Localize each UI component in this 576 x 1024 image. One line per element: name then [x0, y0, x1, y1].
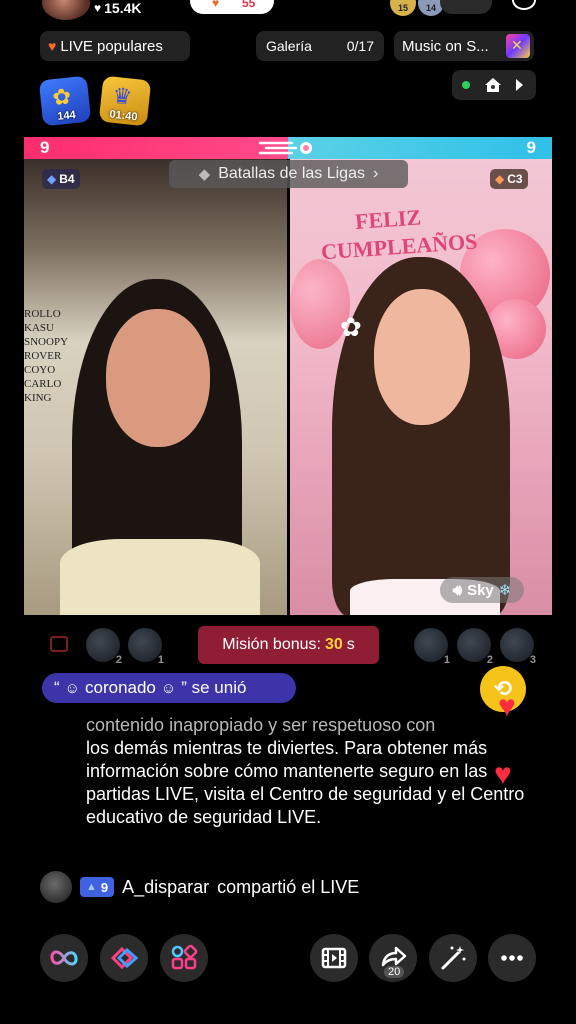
score-right: 9: [526, 138, 536, 157]
safety-message-faded: contenido inapropiado y ser respetuoso c…: [86, 715, 436, 735]
top-viewer-badge-1[interactable]: 15: [390, 0, 416, 16]
wall-name-list: ROLLO KASU SNOOPY ROVER COYO CARLO KING: [24, 308, 69, 404]
share-count-badge: 20: [384, 966, 405, 978]
apps-grid-icon: [171, 944, 198, 970]
league-battle-pill[interactable]: ◆ Batallas de las Ligas ›: [169, 160, 408, 188]
music-game-icon: [506, 34, 530, 58]
share-username[interactable]: A_disparar: [122, 877, 209, 898]
top-gifter-right-3[interactable]: 3: [500, 628, 536, 666]
frankenstein-emoji-icon: ☺: [160, 679, 177, 697]
league-battle-label: Batallas de las Ligas: [218, 165, 365, 182]
battle-bar-right: [288, 137, 552, 159]
share-notice: ▲ 9 A_disparar compartió el LIVE: [40, 870, 359, 904]
streamer-left-top: [60, 539, 260, 615]
chevron-right-icon: ›: [372, 165, 379, 182]
gallery-count: 0/17: [346, 38, 374, 54]
live-popular-chip[interactable]: ♥ LIVE populares: [40, 31, 190, 61]
flame-icon: ♥: [48, 38, 57, 54]
live-indicator-dot: [462, 81, 470, 89]
host-avatar[interactable]: [42, 0, 90, 20]
top-gifter-right-1[interactable]: 1: [414, 628, 450, 666]
joined-username: coronado: [85, 678, 156, 697]
diamond-icon: ◆: [495, 172, 505, 186]
user-joined-notice: “ ☺ coronado ☺ ” se unió: [42, 673, 296, 703]
tier-badge-left: ◆ B4: [42, 169, 80, 189]
heart-icon: ♥: [94, 1, 102, 15]
streamer-right-face: [374, 289, 470, 425]
mission-unit: s: [346, 636, 355, 653]
infinity-link-icon: [50, 950, 78, 966]
follow-pill[interactable]: ♥ 55: [190, 0, 274, 14]
level-triangle-icon: ▲: [86, 881, 97, 893]
avatar[interactable]: [40, 871, 72, 903]
safety-message-body: los demás mientras te diviertes. Para ob…: [86, 738, 525, 827]
link-guests-button[interactable]: [40, 934, 88, 982]
battle-spark-icon: [258, 141, 312, 155]
treasure-game-badge[interactable]: ♛ 01:40: [98, 75, 152, 127]
birthday-banner: FELIZ CUMPLEAÑOS: [320, 204, 479, 265]
close-icon[interactable]: [512, 0, 536, 10]
expand-arrow-icon[interactable]: [516, 79, 523, 91]
streamer-left-face: [106, 309, 210, 447]
treasure-icon: ♛: [111, 82, 134, 110]
battle-score-bar: 9 9: [24, 137, 552, 159]
gallery-label: Galería: [266, 38, 312, 54]
live-popular-label: LIVE populares: [60, 37, 163, 55]
bonus-mission-banner[interactable]: Misión bonus: 30 s: [198, 626, 379, 664]
host-name: Sky: [467, 581, 494, 599]
user-level-badge: ▲ 9: [80, 877, 115, 897]
top-gifter-left-2[interactable]: 2: [86, 628, 122, 666]
paw-badge-caption: 144: [56, 108, 77, 123]
frankenstein-emoji-icon: ☺: [64, 679, 80, 697]
flame-icon: ♥: [212, 0, 220, 10]
diamond-icon: ◆: [47, 172, 57, 186]
safety-message: contenido inapropiado y ser respetuoso c…: [86, 714, 536, 829]
match-icon: [110, 946, 139, 970]
music-label: Music on S...: [402, 37, 489, 55]
host-name-tag[interactable]: 🔊︎ Sky ❄: [440, 577, 524, 603]
top-gifter-left-1[interactable]: 1: [128, 628, 164, 666]
snowflake-icon: ❄: [498, 582, 512, 599]
mission-label: Misión bonus:: [222, 636, 321, 653]
more-options-button[interactable]: [488, 934, 536, 982]
paw-icon: ✿: [51, 83, 73, 111]
likes-counter: ♥ 15.4K: [94, 0, 141, 16]
top-strip: ♥ 15.4K ♥ 55 15 14: [0, 0, 576, 22]
seat-icon: [50, 636, 68, 652]
video-left[interactable]: ROLLO KASU SNOOPY ROVER COYO CARLO KING: [24, 159, 287, 615]
video-right[interactable]: FELIZ CUMPLEAÑOS ✿: [290, 159, 552, 615]
likes-count: 15.4K: [104, 0, 142, 16]
share-action: compartió el LIVE: [217, 876, 360, 897]
film-icon: [321, 947, 347, 969]
battle-match-button[interactable]: [100, 934, 148, 982]
magic-wand-icon: [441, 946, 466, 970]
diamond-icon: ◆: [198, 166, 211, 183]
more-dots-icon: [501, 955, 523, 961]
score-left: 9: [40, 138, 50, 157]
speaker-icon: 🔊︎: [452, 581, 463, 599]
mini-controls: [452, 70, 536, 100]
flower-hairclip: ✿: [340, 312, 362, 342]
treasure-badge-caption: 01:40: [108, 108, 139, 124]
gallery-chip[interactable]: Galería 0/17: [256, 31, 384, 61]
features-button[interactable]: [160, 934, 208, 982]
home-icon[interactable]: [484, 77, 502, 93]
clip-button[interactable]: [310, 934, 358, 982]
follow-pill-count: 55: [242, 0, 256, 10]
music-chip[interactable]: Music on S...: [394, 31, 534, 61]
effects-button[interactable]: [429, 934, 477, 982]
share-button[interactable]: 20: [369, 934, 417, 982]
tier-badge-right: ◆ C3: [490, 169, 528, 189]
top-gifter-right-2[interactable]: 2: [457, 628, 493, 666]
battle-bar-left: [24, 137, 288, 159]
mission-seconds: 30: [324, 636, 343, 653]
viewer-count-pill[interactable]: [440, 0, 492, 14]
paw-game-badge[interactable]: ✿ 144: [38, 75, 92, 127]
